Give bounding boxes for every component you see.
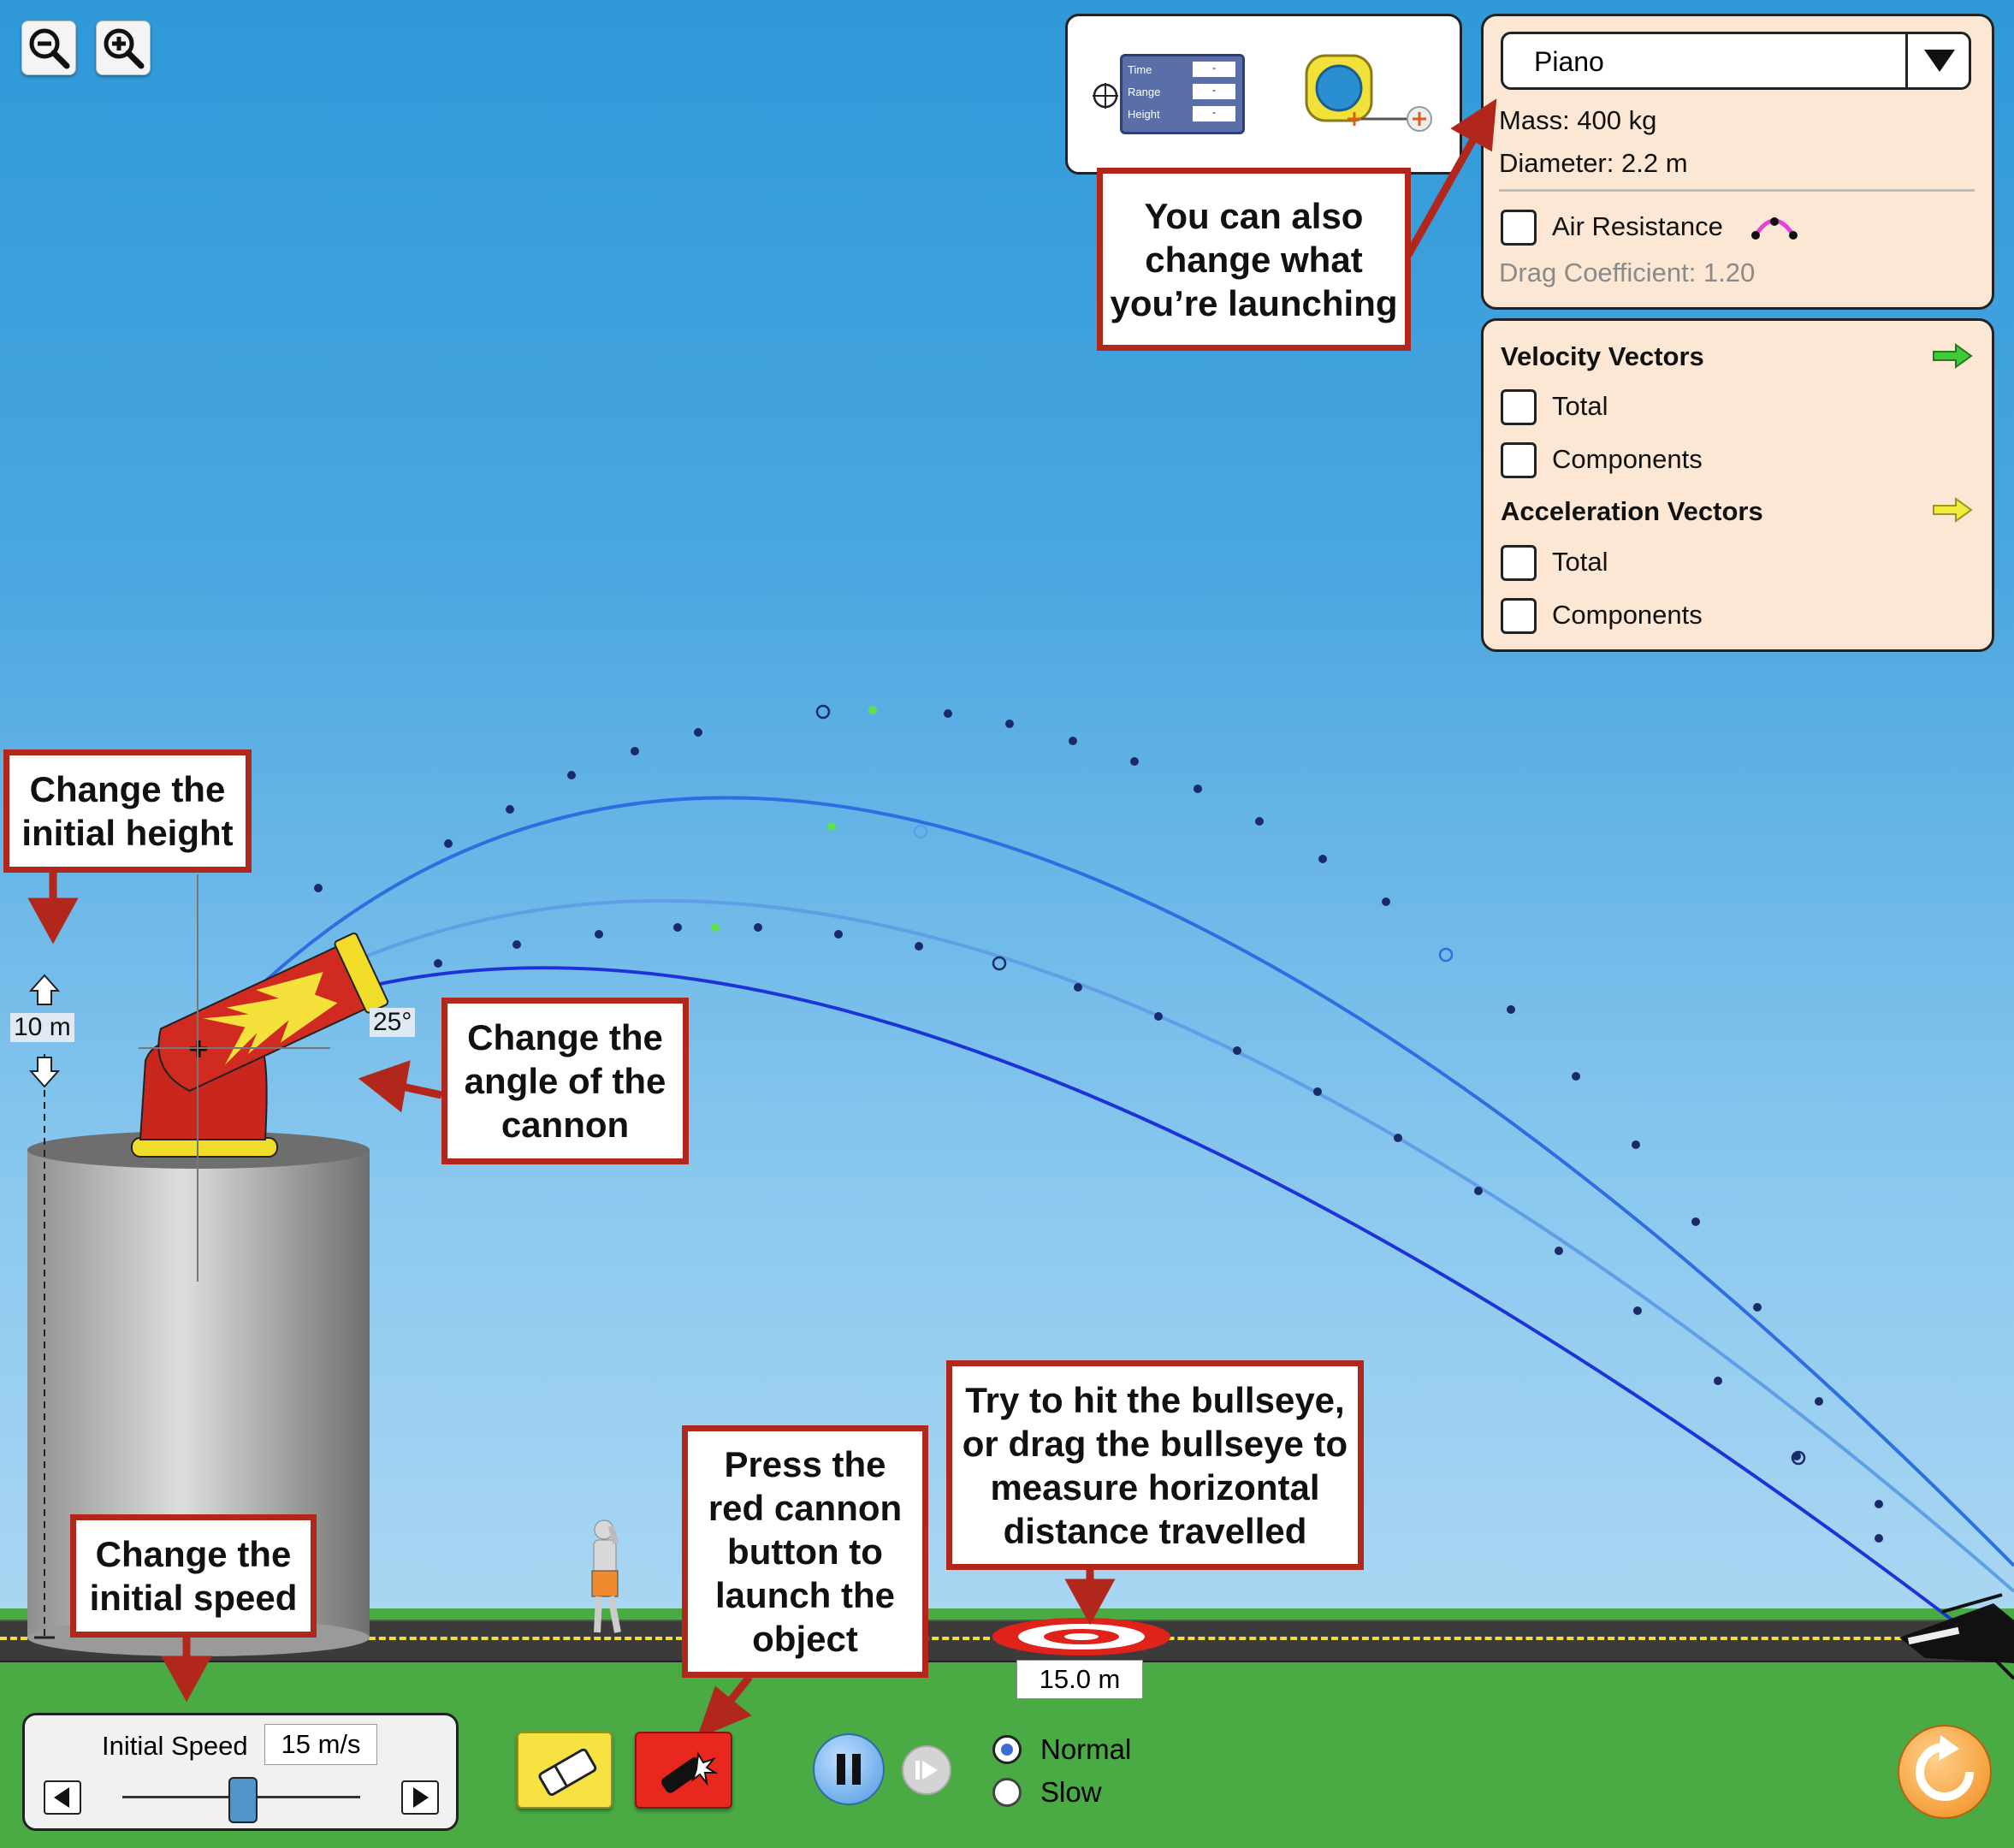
- height-label: 10 m: [10, 1013, 74, 1042]
- initial-speed-label: Initial Speed: [102, 1731, 248, 1761]
- callout-height: Change the initial height: [3, 749, 252, 873]
- target-distance-label: 15.0 m: [1016, 1660, 1143, 1699]
- height-indicator[interactable]: [19, 967, 70, 1643]
- pause-button[interactable]: [813, 1733, 885, 1805]
- piano-projectile: [1899, 1593, 2014, 1680]
- speed-slider-thumb[interactable]: [228, 1777, 258, 1823]
- eraser-icon: [538, 1748, 597, 1797]
- erase-button[interactable]: [517, 1732, 613, 1809]
- triangle-right-icon: [413, 1787, 429, 1808]
- callout-speed: Change the initial speed: [70, 1514, 317, 1638]
- step-forward-icon: [915, 1761, 938, 1780]
- bullseye-target[interactable]: [991, 1615, 1172, 1658]
- slow-speed-radio[interactable]: [992, 1778, 1022, 1807]
- callout-angle: Change the angle of the cannon: [441, 998, 689, 1164]
- pause-icon: [837, 1754, 861, 1785]
- callout-launching: You can also change what you’re launching: [1097, 168, 1411, 351]
- slow-speed-label: Slow: [1040, 1776, 1102, 1808]
- step-forward-button[interactable]: [902, 1745, 951, 1795]
- reset-button[interactable]: [1898, 1725, 1992, 1819]
- angle-guide-vertical: [197, 874, 198, 1282]
- speed-decrement-button[interactable]: [44, 1780, 81, 1815]
- initial-speed-control: Initial Speed 15 m/s: [22, 1713, 459, 1831]
- triangle-left-icon: [54, 1787, 69, 1808]
- human-figure: [591, 1519, 621, 1633]
- initial-speed-value: 15 m/s: [264, 1724, 377, 1765]
- callout-launch: Press the red cannon button to launch the ob…: [682, 1425, 928, 1678]
- cannon-fire-icon: [660, 1750, 719, 1793]
- normal-speed-radio[interactable]: [992, 1735, 1022, 1764]
- launch-cannon-button[interactable]: [635, 1732, 732, 1809]
- callout-bullseye: Try to hit the bullseye, or drag the bull…: [946, 1360, 1364, 1570]
- angle-label: 25°: [370, 1008, 416, 1037]
- angle-guide-horizontal: [139, 1047, 330, 1049]
- speed-increment-button[interactable]: [401, 1780, 439, 1815]
- reset-icon: [1916, 1735, 1974, 1801]
- normal-speed-label: Normal: [1040, 1733, 1132, 1765]
